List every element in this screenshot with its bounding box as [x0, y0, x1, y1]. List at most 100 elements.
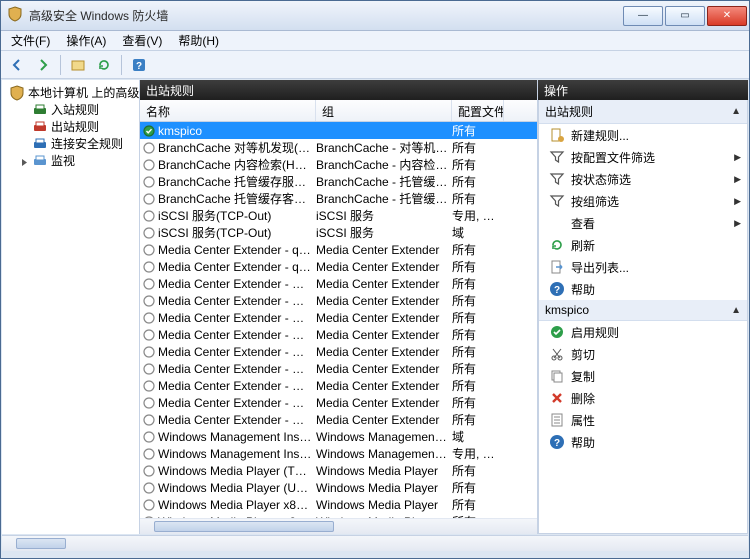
rule-row[interactable]: Media Center Extender - 设备配置(TC...Media …: [140, 394, 537, 411]
rule-row[interactable]: Media Center Extender - UPnP (TCP-...Med…: [140, 309, 537, 326]
submenu-arrow-icon: ▶: [734, 196, 741, 207]
column-group[interactable]: 组: [316, 100, 452, 121]
nav-forward-button[interactable]: [31, 54, 55, 76]
close-button[interactable]: ✕: [707, 6, 747, 26]
scroll-thumb[interactable]: [154, 521, 334, 532]
nav-back-button[interactable]: [5, 54, 29, 76]
toolbar-folder-icon[interactable]: [66, 54, 90, 76]
rule-row[interactable]: Windows Media Player (UDP-Out)Windows Me…: [140, 479, 537, 496]
nav-tree[interactable]: 本地计算机 上的高级安全 Win 入站规则出站规则连接安全规则监视: [2, 80, 140, 534]
rule-row[interactable]: Media Center Extender - 媒体流(UDP-...Media…: [140, 377, 537, 394]
rule-row[interactable]: BranchCache 内容检索(HTTP-Out)BranchCache - …: [140, 156, 537, 173]
action-item[interactable]: ?帮助: [539, 431, 747, 453]
rule-row[interactable]: Media Center Extender - qWave (UD...Medi…: [140, 258, 537, 275]
rule-name: Media Center Extender - 媒体流(TCP-...: [158, 360, 316, 377]
rule-row[interactable]: Windows Media Player (TCP-Out)Windows Me…: [140, 462, 537, 479]
new-icon: [549, 127, 565, 143]
filter-icon: [549, 193, 565, 209]
rules-list-header[interactable]: 名称 组 配置文件: [140, 100, 537, 122]
rule-group: Media Center Extender: [316, 243, 452, 257]
tree-item[interactable]: 出站规则: [2, 118, 139, 135]
list-hscrollbar[interactable]: [140, 518, 537, 534]
tree-item[interactable]: 连接安全规则: [2, 135, 139, 152]
rule-row[interactable]: Media Center Extender - 服务(TCP-O...Media…: [140, 343, 537, 360]
toolbar-refresh-icon[interactable]: [92, 54, 116, 76]
action-item[interactable]: 导出列表...: [539, 256, 747, 278]
rule-group: Windows Media Player: [316, 464, 452, 478]
menu-item[interactable]: 帮助(H): [172, 30, 225, 51]
menu-item[interactable]: 查看(V): [116, 30, 168, 51]
action-item[interactable]: 按状态筛选▶: [539, 168, 747, 190]
rule-name: iSCSI 服务(TCP-Out): [158, 207, 316, 224]
help-icon: ?: [549, 434, 565, 450]
rule-row[interactable]: Windows Management Instrumentati...Windo…: [140, 428, 537, 445]
window-hscrollbar[interactable]: [2, 535, 748, 551]
rule-group: Windows Management In...: [316, 430, 452, 444]
action-item[interactable]: 查看▶: [539, 212, 747, 234]
rule-config: 所有: [452, 377, 504, 394]
tree-item[interactable]: 入站规则: [2, 101, 139, 118]
tree-item-label: 入站规则: [51, 101, 99, 118]
titlebar[interactable]: 高级安全 Windows 防火墙 — ▭ ✕: [1, 1, 749, 31]
menu-item[interactable]: 文件(F): [5, 30, 56, 51]
tree-item[interactable]: 监视: [2, 152, 139, 169]
tree-root-label: 本地计算机 上的高级安全 Win: [28, 84, 140, 101]
rule-row[interactable]: kmspico所有: [140, 122, 537, 139]
action-item[interactable]: 启用规则: [539, 321, 747, 343]
actions-section-outbound[interactable]: 出站规则 ▲: [539, 100, 747, 124]
action-label: 启用规则: [571, 324, 619, 341]
rule-config: 专用, 公...: [452, 445, 504, 462]
action-item[interactable]: 删除: [539, 387, 747, 409]
rule-config: 所有: [452, 479, 504, 496]
action-item[interactable]: 属性: [539, 409, 747, 431]
rule-row[interactable]: BranchCache 对等机发现(WSD-Out)BranchCache - …: [140, 139, 537, 156]
action-item[interactable]: 刷新: [539, 234, 747, 256]
scroll-thumb[interactable]: [16, 538, 66, 549]
firewall-window: 高级安全 Windows 防火墙 — ▭ ✕ 文件(F)操作(A)查看(V)帮助…: [0, 0, 750, 559]
rule-config: 所有: [452, 258, 504, 275]
rule-icon: [32, 153, 48, 169]
tree-expand-icon[interactable]: [20, 156, 29, 165]
actions-section-selected[interactable]: kmspico ▲: [539, 300, 747, 321]
column-name[interactable]: 名称: [140, 100, 316, 121]
rule-group: Media Center Extender: [316, 396, 452, 410]
rule-group: BranchCache - 内容检索 ...: [316, 156, 452, 173]
action-item[interactable]: 剪切: [539, 343, 747, 365]
rule-row[interactable]: Media Center Extender - WMDRM-N...Media …: [140, 326, 537, 343]
rule-row[interactable]: iSCSI 服务(TCP-Out)iSCSI 服务域: [140, 224, 537, 241]
toolbar-help-icon[interactable]: ?: [127, 54, 151, 76]
props-icon: [549, 412, 565, 428]
tree-expand-icon: [20, 139, 29, 148]
rule-row[interactable]: Media Center Extender - 设备验证(TC...Media …: [140, 411, 537, 428]
action-item[interactable]: 复制: [539, 365, 747, 387]
rule-status-icon: [140, 380, 158, 392]
action-label: 属性: [571, 412, 595, 429]
tree-root[interactable]: 本地计算机 上的高级安全 Win: [2, 84, 139, 101]
export-icon: [549, 259, 565, 275]
action-item[interactable]: 新建规则...: [539, 124, 747, 146]
rule-group: Media Center Extender: [316, 328, 452, 342]
rule-row[interactable]: BranchCache 托管缓存客户端(HTTP-O...BranchCache…: [140, 190, 537, 207]
rule-row[interactable]: Media Center Extender - SSDP (UDP-...Med…: [140, 292, 537, 309]
rule-config: 所有: [452, 462, 504, 479]
action-item[interactable]: ?帮助: [539, 278, 747, 300]
maximize-button[interactable]: ▭: [665, 6, 705, 26]
rule-status-icon: [140, 312, 158, 324]
column-config[interactable]: 配置文件: [452, 100, 504, 121]
rule-row[interactable]: Media Center Extender - qWave (TCP-...Me…: [140, 241, 537, 258]
minimize-button[interactable]: —: [623, 6, 663, 26]
rule-row[interactable]: Windows Media Player x86 (TCP-Out)Window…: [140, 496, 537, 513]
action-item[interactable]: 按配置文件筛选▶: [539, 146, 747, 168]
rule-row[interactable]: BranchCache 托管缓存服务器(HTTP-O...BranchCache…: [140, 173, 537, 190]
action-item[interactable]: 按组筛选▶: [539, 190, 747, 212]
rule-icon: [32, 119, 48, 135]
rule-status-icon: [140, 329, 158, 341]
rule-row[interactable]: iSCSI 服务(TCP-Out)iSCSI 服务专用, 公...: [140, 207, 537, 224]
rule-row[interactable]: Media Center Extender - 媒体流(TCP-...Media…: [140, 360, 537, 377]
rule-row[interactable]: Windows Management Instrumentati...Windo…: [140, 445, 537, 462]
rule-row[interactable]: Media Center Extender - RTSP (TCP-...Med…: [140, 275, 537, 292]
toolbar-separator: [60, 55, 61, 75]
rule-status-icon: [140, 278, 158, 290]
rules-list[interactable]: 名称 组 配置文件 kmspico所有BranchCache 对等机发现(WSD…: [140, 100, 537, 534]
menu-item[interactable]: 操作(A): [60, 30, 112, 51]
